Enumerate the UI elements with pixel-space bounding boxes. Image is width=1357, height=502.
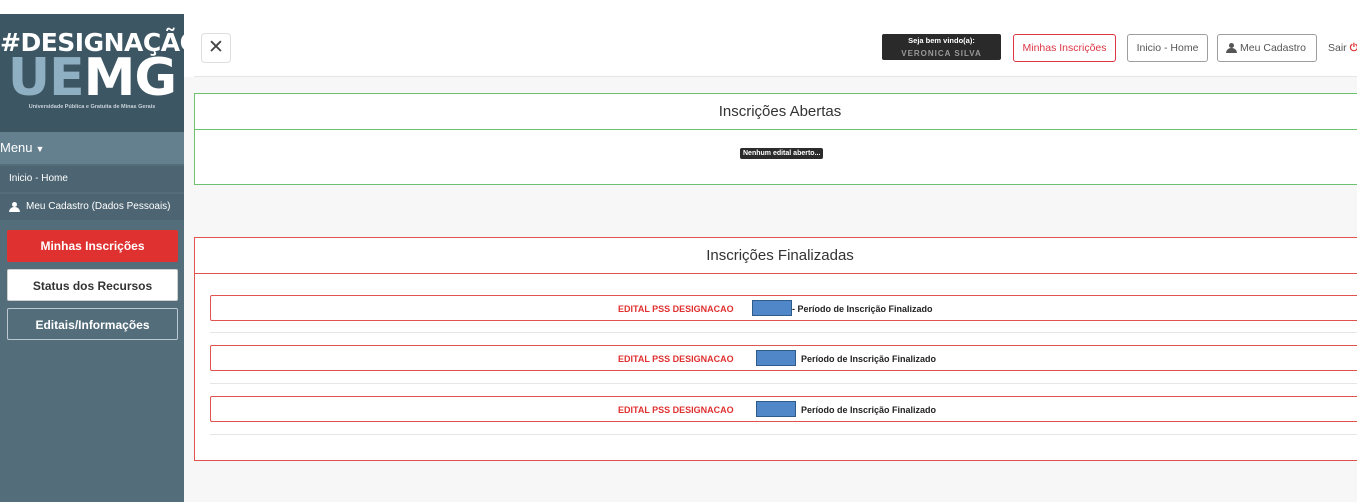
sidebar-item-cadastro[interactable]: Meu Cadastro (Dados Pessoais) xyxy=(0,194,184,220)
sidebar-item-home[interactable]: Inicio - Home xyxy=(0,166,184,192)
logout-button[interactable]: Sair ⏻ xyxy=(1328,34,1357,62)
minhas-inscricoes-button[interactable]: Minhas Inscrições xyxy=(7,230,178,262)
nav-minhas-inscricoes-button[interactable]: Minhas Inscrições xyxy=(1013,34,1116,62)
edital-row[interactable]: EDITAL PSS DESIGNACAO - Período de Inscr… xyxy=(210,295,1357,321)
welcome-title: Seja bem vindo(a): xyxy=(908,36,975,45)
logout-label: Sair xyxy=(1328,42,1347,54)
redacted-block xyxy=(752,300,792,316)
row-divider xyxy=(210,434,1357,435)
edital-name: EDITAL PSS DESIGNACAO xyxy=(618,405,734,415)
menu-toggle[interactable]: Menu ▼ xyxy=(0,132,184,164)
edital-row[interactable]: EDITAL PSS DESIGNACAO Período de Inscriç… xyxy=(210,396,1357,422)
edital-status: - Período de Inscrição Finalizado xyxy=(792,304,933,314)
welcome-user: VERONICA SILVA SEVERINO xyxy=(901,49,982,58)
caret-down-icon: ▼ xyxy=(35,144,45,154)
user-icon xyxy=(9,202,20,212)
logo[interactable]: #DESIGNAÇÃO UEMG Universidade Pública e … xyxy=(0,14,201,132)
edital-name: EDITAL PSS DESIGNACAO xyxy=(618,354,734,364)
menu-label: Menu xyxy=(0,140,33,155)
panel-title: Inscrições Finalizadas xyxy=(195,238,1357,274)
sidebar-item-label: Meu Cadastro (Dados Pessoais) xyxy=(26,201,171,212)
logo-tagline: Universidade Pública e Gratuita de Minas… xyxy=(28,104,156,110)
row-divider xyxy=(210,383,1357,384)
close-icon[interactable]: ✕ xyxy=(201,33,231,63)
logout-icon: ⏻ xyxy=(1349,42,1357,54)
edital-status: Período de Inscrição Finalizado xyxy=(801,354,937,364)
empty-state-badge: Nenhum edital aberto... xyxy=(740,148,824,159)
nav-meu-cadastro-label: Meu Cadastro xyxy=(1240,42,1306,54)
logo-mark: UEMG xyxy=(7,48,177,108)
nav-home-button[interactable]: Inicio - Home xyxy=(1127,34,1208,62)
panel-title: Inscrições Abertas xyxy=(195,94,1357,130)
inscricoes-abertas-panel: Inscrições Abertas Nenhum edital aberto.… xyxy=(194,93,1357,185)
row-divider xyxy=(210,332,1357,333)
status-recursos-button[interactable]: Status dos Recursos xyxy=(7,269,178,301)
user-icon xyxy=(1226,43,1237,53)
edital-name: EDITAL PSS DESIGNACAO xyxy=(618,304,734,314)
nav-meu-cadastro-button[interactable]: Meu Cadastro xyxy=(1217,34,1317,62)
sidebar: #DESIGNAÇÃO UEMG Universidade Pública e … xyxy=(0,14,201,502)
nav-divider xyxy=(194,76,1357,77)
inscricoes-finalizadas-panel: Inscrições Finalizadas EDITAL PSS DESIGN… xyxy=(194,237,1357,461)
redacted-block xyxy=(756,401,796,417)
sidebar-item-label: Inicio - Home xyxy=(9,173,68,184)
welcome-badge: Seja bem vindo(a): VERONICA SILVA SEVERI… xyxy=(882,34,1001,60)
editais-informacoes-button[interactable]: Editais/Informações xyxy=(7,308,178,340)
redacted-block xyxy=(756,350,796,366)
edital-status: Período de Inscrição Finalizado xyxy=(801,405,937,415)
edital-row[interactable]: EDITAL PSS DESIGNACAO Período de Inscriç… xyxy=(210,345,1357,371)
